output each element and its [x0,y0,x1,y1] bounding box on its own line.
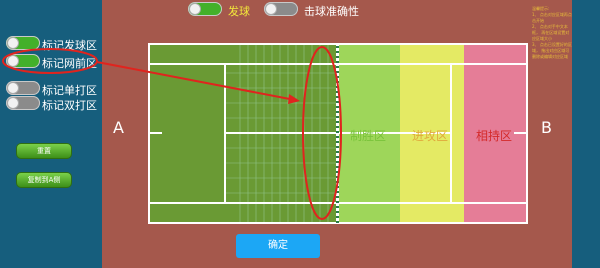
net [336,43,339,224]
toggle-mark-net-zone[interactable] [6,54,40,68]
side-b-label: B [541,118,552,137]
tennis-court[interactable]: 制胜区 进攻区 相持区 [148,43,528,224]
court-line [526,43,528,224]
toggle-knob [265,3,277,15]
court-line [514,132,526,134]
toggle-knob [7,82,19,94]
copy-to-a-button[interactable]: 复制到A侧 [16,172,72,188]
help-notes: 温馨提示: 1、 点击对应区域再点击开始 2、 点击对手中文本框， 再在区域设置… [532,6,572,60]
court-line [150,132,162,134]
toggle-knob [7,37,19,49]
side-a-label: A [113,118,124,137]
label-mark-doubles-zone: 标记双打区 [42,99,97,112]
toggle-knob [7,55,19,67]
serve-label: 发球 [228,5,250,18]
label-mark-serve-zone: 标记发球区 [42,39,97,52]
toggle-mark-singles-zone[interactable] [6,81,40,95]
serve-toggle[interactable] [188,2,222,16]
court-line [450,63,452,204]
notes-line: 2、 点击对手中文本框， 再在区域设置对应区域大小 [532,24,570,41]
zone-attack-label: 进攻区 [412,129,449,143]
toggle-knob [189,3,201,15]
toggle-mark-serve-zone[interactable] [6,36,40,50]
toggle-mark-doubles-zone[interactable] [6,96,40,110]
label-mark-singles-zone: 标记单打区 [42,84,97,97]
accuracy-toggle[interactable] [264,2,298,16]
label-mark-net-zone: 标记网前区 [42,57,97,70]
reset-button[interactable]: 重置 [16,143,72,159]
toggle-knob [7,97,19,109]
confirm-button[interactable]: 确定 [236,234,320,258]
notes-line: 1、 点击对应区域再点击开始 [532,12,572,23]
notes-line: 3、 点击已设置好的区域， 拖出对应区域可删除或编辑对应区域 [532,42,572,59]
zone-winning-label: 制胜区 [350,129,387,143]
accuracy-label: 击球准确性 [304,5,359,18]
zone-rally-label: 相持区 [476,129,513,143]
right-strip [572,0,600,268]
